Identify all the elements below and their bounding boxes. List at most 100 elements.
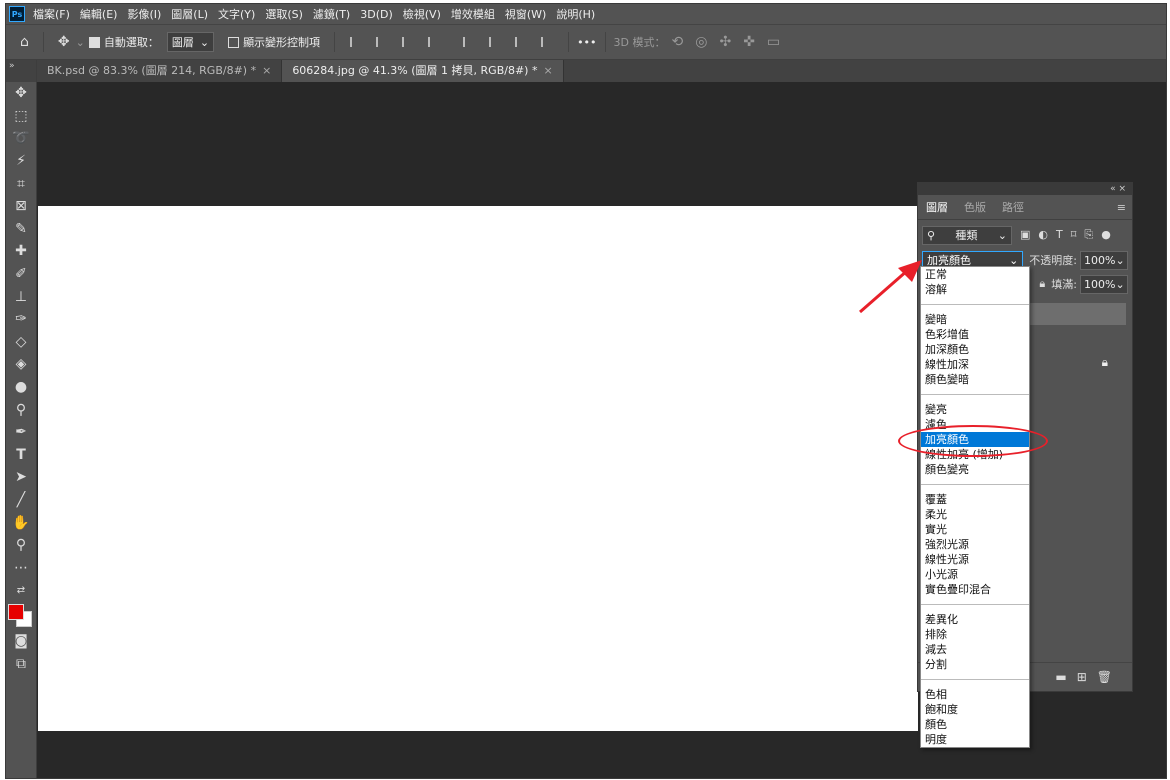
- menu-edit[interactable]: 編輯(E): [80, 6, 118, 22]
- chevron-down-icon[interactable]: ⌄: [76, 36, 85, 49]
- layer-filter-dropdown[interactable]: ⚲ 種類 ⌄: [922, 225, 1012, 245]
- 3d-camera-icon[interactable]: ▭: [767, 34, 780, 50]
- align-middle-icon[interactable]: [489, 37, 501, 47]
- auto-select-dropdown[interactable]: 圖層 ⌄: [166, 32, 215, 52]
- blend-mode-option[interactable]: 加深顏色: [921, 342, 1029, 357]
- foreground-color-swatch[interactable]: [8, 604, 24, 620]
- new-layer-icon[interactable]: ⊞: [1077, 670, 1087, 684]
- line-tool-icon[interactable]: ╱: [6, 489, 36, 512]
- blend-mode-option[interactable]: 差異化: [921, 612, 1029, 627]
- hand-tool-icon[interactable]: ✋: [6, 511, 36, 534]
- crop-tool-icon[interactable]: ⌗: [6, 172, 36, 195]
- blend-mode-option[interactable]: 實光: [921, 522, 1029, 537]
- blend-mode-option[interactable]: 正常: [921, 267, 1029, 282]
- shape-filter-icon[interactable]: ⌑: [1071, 228, 1077, 242]
- blend-mode-option[interactable]: 變暗: [921, 312, 1029, 327]
- auto-select-checkbox[interactable]: [88, 36, 100, 48]
- blend-mode-option[interactable]: 實色疊印混合: [921, 582, 1029, 597]
- distribute-icon[interactable]: [428, 37, 440, 47]
- brush-tool-icon[interactable]: ✐: [6, 263, 36, 286]
- align-right-icon[interactable]: [402, 37, 414, 47]
- blend-mode-option[interactable]: 線性加深: [921, 357, 1029, 372]
- close-icon[interactable]: ×: [262, 64, 271, 77]
- zoom-tool-icon[interactable]: ⚲: [6, 534, 36, 557]
- blend-mode-option[interactable]: 顏色: [921, 717, 1029, 732]
- tab-bk-psd[interactable]: BK.psd @ 83.3% (圖層 214, RGB/8#) * ×: [37, 60, 283, 82]
- blend-mode-option[interactable]: 明度: [921, 732, 1029, 747]
- close-icon[interactable]: ×: [543, 64, 552, 77]
- blend-mode-option[interactable]: 色彩增值: [921, 327, 1029, 342]
- trash-icon[interactable]: 🗑︎: [1097, 670, 1112, 684]
- align-center-icon[interactable]: [376, 37, 388, 47]
- menu-type[interactable]: 文字(Y): [218, 6, 255, 22]
- align-bottom-icon[interactable]: [515, 37, 527, 47]
- filter-toggle-icon[interactable]: ●: [1101, 228, 1111, 242]
- menu-layer[interactable]: 圖層(L): [171, 6, 208, 22]
- menu-help[interactable]: 說明(H): [556, 6, 595, 22]
- marquee-tool-icon[interactable]: ⬚: [6, 105, 36, 128]
- tab-layers[interactable]: 圖層: [918, 199, 956, 215]
- smart-object-filter-icon[interactable]: ⎘: [1084, 228, 1093, 242]
- home-icon[interactable]: ⌂: [20, 34, 29, 50]
- menu-image[interactable]: 影像(I): [127, 6, 161, 22]
- fill-field[interactable]: 100% ⌄: [1080, 274, 1128, 294]
- panel-menu-icon[interactable]: ≡: [1117, 201, 1126, 214]
- 3d-roll-icon[interactable]: ◎: [695, 34, 707, 50]
- type-filter-icon[interactable]: T: [1056, 228, 1063, 242]
- expand-toolbar-icon[interactable]: »: [6, 60, 36, 82]
- quick-mask-icon[interactable]: ◙: [6, 630, 36, 653]
- blend-mode-option[interactable]: 溶解: [921, 282, 1029, 297]
- move-tool-icon[interactable]: ✥: [6, 82, 36, 105]
- history-brush-tool-icon[interactable]: ✑: [6, 308, 36, 331]
- screen-mode-icon[interactable]: ⧉: [6, 652, 36, 675]
- blend-mode-option[interactable]: 減去: [921, 642, 1029, 657]
- tab-606284-jpg[interactable]: 606284.jpg @ 41.3% (圖層 1 拷貝, RGB/8#) * ×: [282, 60, 564, 82]
- align-left-icon[interactable]: [350, 37, 362, 47]
- swap-colors-icon[interactable]: ⇄: [6, 579, 36, 602]
- blend-mode-option[interactable]: 排除: [921, 627, 1029, 642]
- 3d-orbit-icon[interactable]: ⟲: [672, 34, 684, 50]
- blend-mode-option[interactable]: 分割: [921, 657, 1029, 672]
- magic-wand-tool-icon[interactable]: ⚡: [6, 150, 36, 173]
- show-transform-checkbox[interactable]: [228, 36, 240, 48]
- tab-channels[interactable]: 色版: [956, 199, 994, 215]
- dodge-tool-icon[interactable]: ⚲: [6, 398, 36, 421]
- 3d-slide-icon[interactable]: ✜: [743, 34, 755, 50]
- blur-tool-icon[interactable]: ●: [6, 376, 36, 399]
- blend-mode-option[interactable]: 變亮: [921, 402, 1029, 417]
- blend-mode-option[interactable]: 飽和度: [921, 702, 1029, 717]
- paint-bucket-tool-icon[interactable]: ◈: [6, 353, 36, 376]
- blend-mode-option[interactable]: 線性光源: [921, 552, 1029, 567]
- frame-tool-icon[interactable]: ⊠: [6, 195, 36, 218]
- healing-brush-tool-icon[interactable]: ✚: [6, 240, 36, 263]
- adjustment-filter-icon[interactable]: ◐: [1038, 228, 1048, 242]
- align-top-icon[interactable]: [463, 37, 475, 47]
- new-group-icon[interactable]: ▬: [1055, 670, 1066, 684]
- move-tool-icon[interactable]: ✥: [58, 34, 70, 50]
- blend-mode-option[interactable]: 柔光: [921, 507, 1029, 522]
- blend-mode-option[interactable]: 強烈光源: [921, 537, 1029, 552]
- menu-select[interactable]: 選取(S): [265, 6, 303, 22]
- document-canvas[interactable]: [38, 206, 918, 731]
- distribute-vertical-icon[interactable]: [541, 37, 553, 47]
- menu-plugins[interactable]: 增效模組: [451, 6, 495, 22]
- type-tool-icon[interactable]: T: [6, 444, 36, 467]
- menu-3d[interactable]: 3D(D): [360, 8, 393, 21]
- menu-view[interactable]: 檢視(V): [403, 6, 441, 22]
- lock-all-icon[interactable]: 🔒︎: [1039, 277, 1045, 291]
- panel-collapse-icon[interactable]: « ×: [918, 183, 1132, 195]
- 3d-pan-icon[interactable]: ✣: [719, 34, 731, 50]
- menu-filter[interactable]: 濾鏡(T): [313, 6, 350, 22]
- blend-mode-option[interactable]: 顏色變亮: [921, 462, 1029, 477]
- blend-mode-option[interactable]: 覆蓋: [921, 492, 1029, 507]
- blend-mode-option[interactable]: 顏色變暗: [921, 372, 1029, 387]
- menu-window[interactable]: 視窗(W): [505, 6, 546, 22]
- lasso-tool-icon[interactable]: ➰: [6, 127, 36, 150]
- edit-toolbar-icon[interactable]: ⋯: [6, 556, 36, 579]
- blend-mode-option[interactable]: 小光源: [921, 567, 1029, 582]
- more-options-icon[interactable]: •••: [577, 36, 596, 49]
- opacity-field[interactable]: 100% ⌄: [1080, 250, 1128, 270]
- eyedropper-tool-icon[interactable]: ✎: [6, 218, 36, 241]
- path-selection-tool-icon[interactable]: ➤: [6, 466, 36, 489]
- tab-paths[interactable]: 路徑: [994, 199, 1032, 215]
